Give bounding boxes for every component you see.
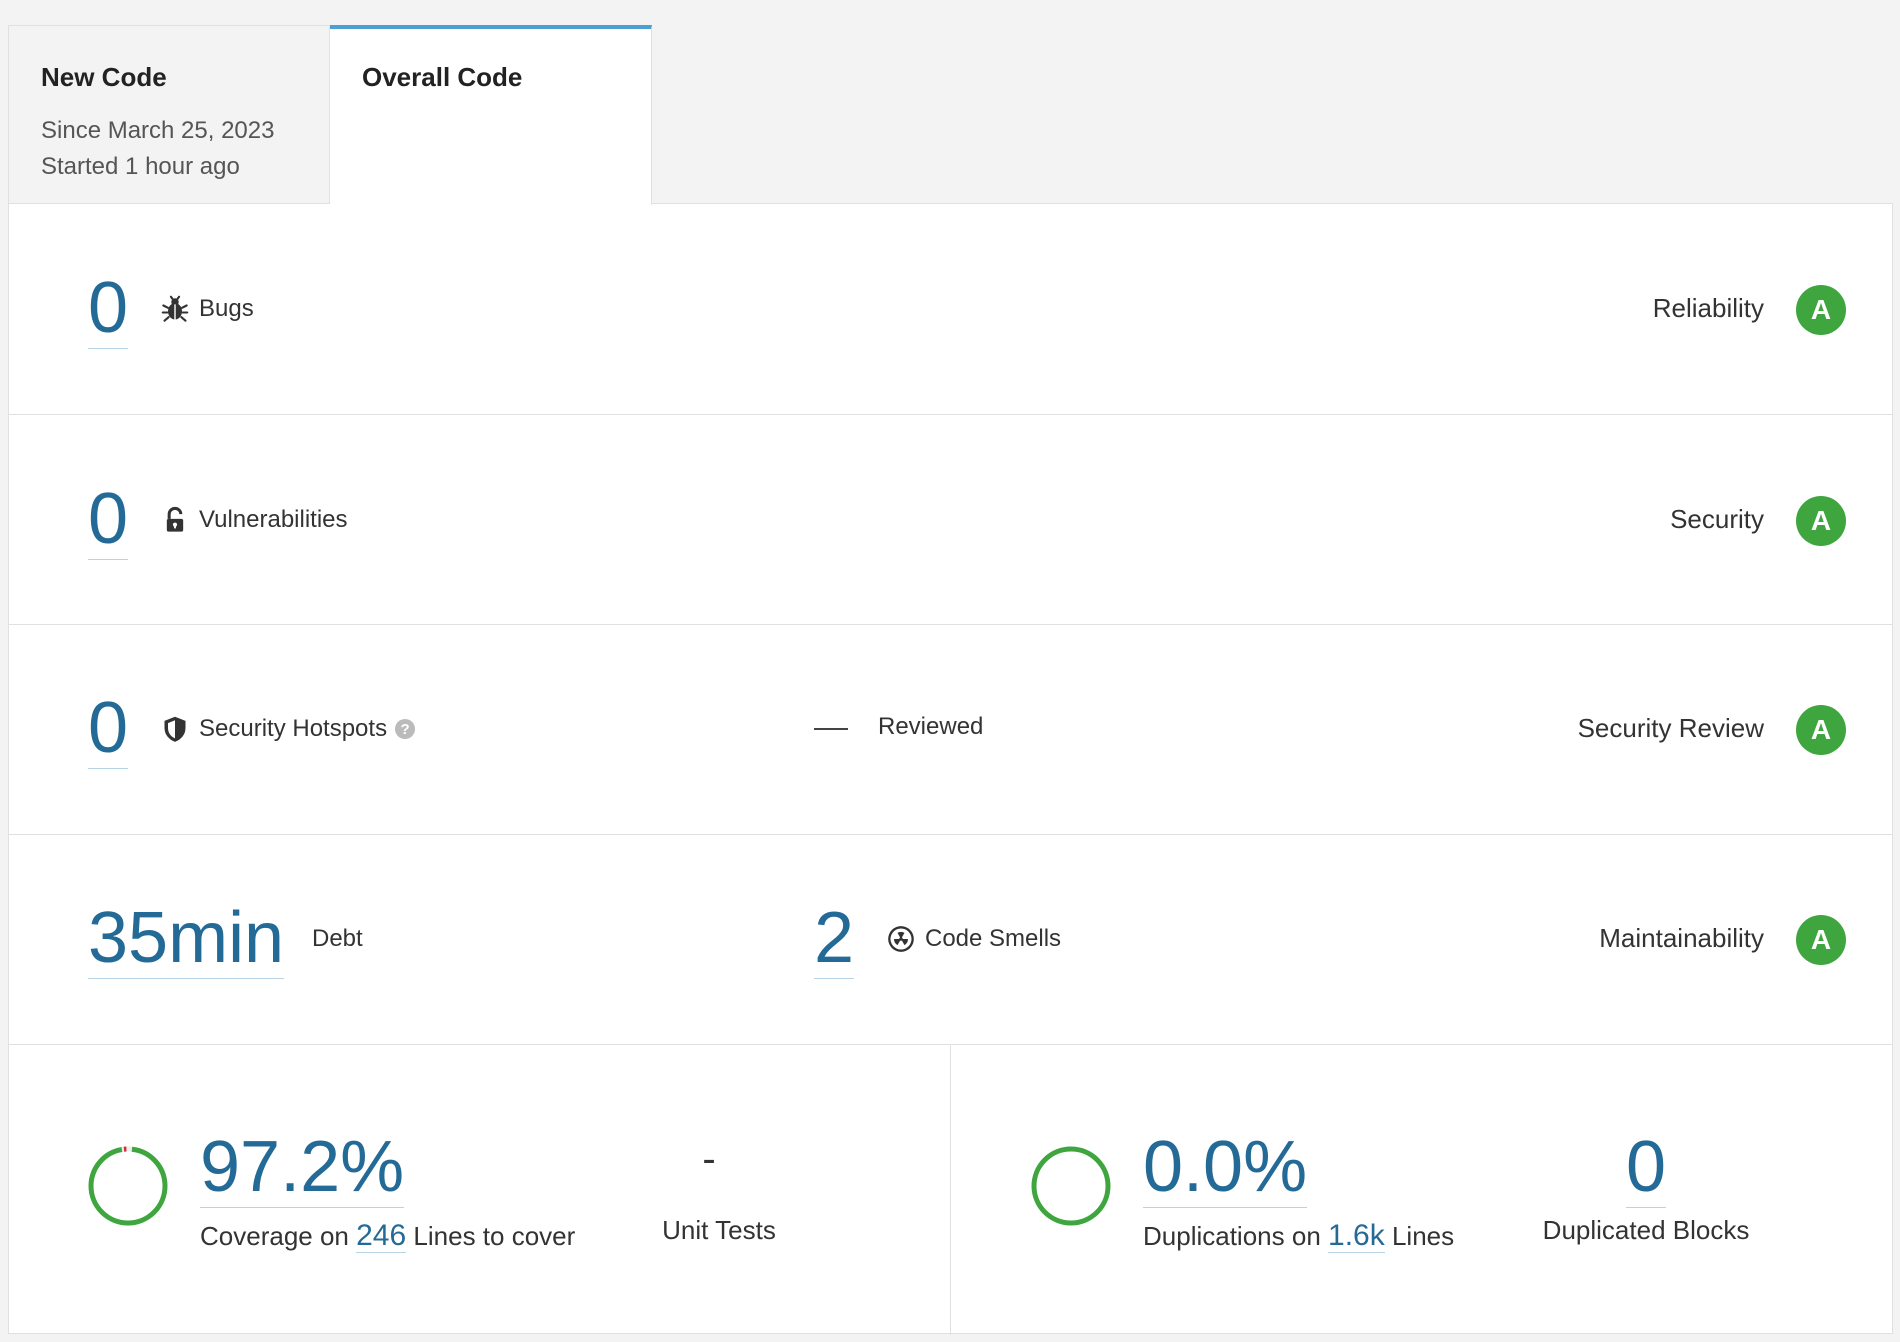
duplicated-blocks-value[interactable]: 0 (1625, 1131, 1667, 1208)
duplications-suffix: Lines (1391, 1221, 1455, 1251)
coverage-prefix: Coverage on (200, 1221, 349, 1251)
security-label: Security (1670, 504, 1764, 534)
code-smells-count[interactable]: 2 (814, 902, 855, 979)
tab-overall-code-title: Overall Code (362, 62, 523, 92)
duplicated-blocks-label: Duplicated Blocks (1542, 1215, 1750, 1245)
security-review-grade[interactable]: A (1796, 705, 1846, 755)
coverage-suffix: Lines to cover (413, 1221, 576, 1251)
unit-tests-value[interactable]: - (702, 1137, 715, 1182)
maintainability-label: Maintainability (1599, 923, 1764, 953)
vulnerabilities-label: Vulnerabilities (161, 506, 348, 534)
tab-bar: New Code Since March 25, 2023 Started 1 … (8, 25, 652, 205)
bug-icon (161, 295, 189, 322)
bugs-label: Bugs (161, 295, 254, 323)
radiation-icon (888, 926, 914, 952)
security-review-label: Security Review (1577, 713, 1764, 743)
reliability-grade[interactable]: A (1796, 285, 1846, 335)
maintainability-row: 35min Debt 2 Code Smells Maintainability… (9, 835, 1892, 1045)
tab-new-code-title: New Code (41, 62, 167, 92)
vulnerabilities-count[interactable]: 0 (88, 483, 129, 560)
maintainability-grade[interactable]: A (1796, 915, 1846, 965)
coverage-covered-arc (88, 1146, 168, 1226)
code-smells-label-text: Code Smells (925, 925, 1062, 952)
code-smells-label: Code Smells (887, 925, 1061, 953)
duplications-donut (1031, 1146, 1111, 1226)
measures-panel: 0 Bugs Reliability A 0 Vulnerabilities S… (8, 203, 1893, 1335)
security-row: 0 Vulnerabilities Security A (9, 415, 1892, 625)
help-icon[interactable]: ? (395, 719, 416, 739)
reliability-row: 0 Bugs Reliability A (9, 204, 1892, 415)
tab-new-code[interactable]: New Code Since March 25, 2023 Started 1 … (8, 25, 330, 204)
shield-icon (164, 716, 186, 742)
reviewed-label: Reviewed (878, 713, 984, 740)
coverage-caption: Coverage on 246 Lines to cover (200, 1219, 575, 1253)
bugs-label-text: Bugs (199, 295, 254, 322)
reviewed-value-dash (814, 728, 848, 730)
reliability-label: Reliability (1652, 293, 1764, 323)
column-divider (950, 1045, 951, 1335)
debt-label: Debt (312, 925, 363, 952)
coverage-donut (88, 1146, 168, 1226)
lock-icon (166, 506, 184, 532)
coverage-duplications-row: 97.2% Coverage on 246 Lines to cover - U… (9, 1045, 1892, 1335)
tab-new-code-since: Since March 25, 2023 (41, 117, 275, 144)
lines-to-cover-link[interactable]: 246 (356, 1219, 407, 1253)
duplications-value[interactable]: 0.0% (1143, 1131, 1308, 1208)
hotspots-count[interactable]: 0 (88, 692, 129, 769)
tab-overall-code[interactable]: Overall Code (330, 25, 652, 205)
hotspots-label: Security Hotspots ? (161, 715, 416, 743)
bugs-count[interactable]: 0 (88, 272, 129, 349)
hotspots-label-text: Security Hotspots (199, 715, 388, 742)
coverage-value[interactable]: 97.2% (200, 1131, 405, 1208)
duplications-prefix: Duplications on (1143, 1221, 1321, 1251)
duplicated-lines-link[interactable]: 1.6k (1328, 1219, 1385, 1253)
hotspots-row: 0 Security Hotspots ? Reviewed Security … (9, 625, 1892, 835)
duplications-caption: Duplications on 1.6k Lines (1143, 1219, 1454, 1253)
tab-new-code-started: Started 1 hour ago (41, 153, 240, 180)
vulnerabilities-label-text: Vulnerabilities (199, 506, 348, 533)
security-grade[interactable]: A (1796, 496, 1846, 546)
debt-value[interactable]: 35min (88, 902, 285, 979)
unit-tests-label: Unit Tests (662, 1215, 776, 1245)
